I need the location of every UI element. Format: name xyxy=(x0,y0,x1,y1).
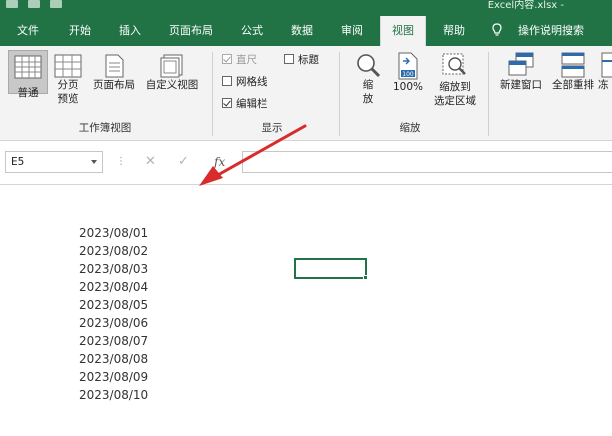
group-divider xyxy=(488,52,489,136)
zoom-100-button[interactable]: 100 100% xyxy=(390,52,426,102)
custom-views-label: 自定义视图 xyxy=(145,79,199,91)
normal-view-label: 普通 xyxy=(17,87,39,99)
tab-view[interactable]: 视图 xyxy=(380,16,426,46)
chevron-down-icon[interactable] xyxy=(91,160,97,164)
zoom-button[interactable]: 缩 放 xyxy=(350,52,386,114)
zoom-to-selection-label-1: 缩放到 xyxy=(439,81,471,93)
custom-views-icon xyxy=(160,54,183,78)
ribbon-tabs: 文件 开始 插入 页面布局 公式 数据 审阅 视图 帮助 操作说明搜索 xyxy=(0,16,612,46)
undo-icon[interactable] xyxy=(6,0,18,8)
zoom-label-2: 放 xyxy=(362,93,374,105)
more-options-icon: ⋮ xyxy=(116,156,126,167)
custom-views-button[interactable]: 自定义视图 xyxy=(141,54,203,102)
new-window-button[interactable]: 新建窗口 xyxy=(495,52,547,102)
freeze-panes-icon xyxy=(601,52,612,78)
cell-date[interactable]: 2023/08/02 xyxy=(79,242,148,260)
group-divider xyxy=(339,52,340,136)
tab-file[interactable]: 文件 xyxy=(6,16,50,46)
annotation-arrow-icon xyxy=(199,124,307,186)
freeze-panes-label: 冻 xyxy=(598,79,609,91)
ruler-label: 直尺 xyxy=(236,54,257,66)
cancel-icon[interactable]: ✕ xyxy=(145,151,156,173)
formula-bar-check-icon xyxy=(222,98,232,108)
page-layout-icon xyxy=(105,54,124,78)
zoom-label-1: 缩 xyxy=(362,79,374,91)
cell-date[interactable]: 2023/08/01 xyxy=(79,224,148,242)
freeze-panes-button[interactable]: 冻 xyxy=(598,52,612,102)
arrange-all-button[interactable]: 全部重排 xyxy=(548,52,598,102)
page-break-label-2: 预览 xyxy=(57,93,79,105)
zoom-to-selection-label-2: 选定区域 xyxy=(434,95,476,107)
zoom-100-label: 100% xyxy=(392,81,424,93)
workbook-views-group-label: 工作簿视图 xyxy=(78,122,132,134)
ruler-check-icon xyxy=(222,54,232,64)
name-box[interactable]: E5 xyxy=(5,151,103,173)
arrange-all-label: 全部重排 xyxy=(552,79,594,91)
page-break-preview-button[interactable]: 分页 预览 xyxy=(50,54,86,114)
headings-checkbox[interactable]: 标题 xyxy=(284,52,319,68)
tab-formulas[interactable]: 公式 xyxy=(230,16,274,46)
new-window-label: 新建窗口 xyxy=(500,79,542,91)
enter-icon[interactable]: ✓ xyxy=(178,151,189,173)
name-box-value: E5 xyxy=(11,156,25,168)
ruler-checkbox[interactable]: 直尺 xyxy=(222,52,257,68)
normal-view-icon xyxy=(14,55,42,79)
cell-date[interactable]: 2023/08/08 xyxy=(79,350,148,368)
fill-handle[interactable] xyxy=(363,275,368,280)
zoom-to-selection-button[interactable]: 缩放到 选定区域 xyxy=(428,52,482,114)
formula-bar-checkbox[interactable]: 编辑栏 xyxy=(222,96,268,112)
tab-page-layout[interactable]: 页面布局 xyxy=(160,16,222,46)
zoom-100-icon-text: 100 xyxy=(402,71,414,78)
cell-date[interactable]: 2023/08/07 xyxy=(79,332,148,350)
cell-date[interactable]: 2023/08/03 xyxy=(79,260,148,278)
gridlines-box-icon xyxy=(222,76,232,86)
cell-date[interactable]: 2023/08/05 xyxy=(79,296,148,314)
cell-date[interactable]: 2023/08/04 xyxy=(79,278,148,296)
save-icon[interactable] xyxy=(28,0,40,8)
page-layout-label: 页面布局 xyxy=(93,79,135,91)
gridlines-checkbox[interactable]: 网格线 xyxy=(222,74,268,90)
new-window-icon xyxy=(508,52,534,76)
cell-date[interactable]: 2023/08/09 xyxy=(79,368,148,386)
headings-box-icon xyxy=(284,54,294,64)
gridlines-label: 网格线 xyxy=(236,76,268,88)
title-bar: Excel内容.xlsx - xyxy=(0,0,612,16)
zoom-100-icon: 100 xyxy=(398,52,418,80)
cell-date[interactable]: 2023/08/06 xyxy=(79,314,148,332)
magnifier-icon xyxy=(357,54,381,78)
zoom-group-label: 缩放 xyxy=(399,122,421,134)
headings-label: 标题 xyxy=(298,54,319,66)
lightbulb-icon xyxy=(492,23,502,36)
tab-insert[interactable]: 插入 xyxy=(108,16,152,46)
print-preview-icon[interactable] xyxy=(50,0,62,8)
active-cell-selection[interactable] xyxy=(294,258,367,279)
tab-review[interactable]: 审阅 xyxy=(330,16,374,46)
tab-help[interactable]: 帮助 xyxy=(432,16,476,46)
page-layout-view-button[interactable]: 页面布局 xyxy=(88,54,140,102)
page-break-icon xyxy=(54,54,82,78)
window-title: Excel内容.xlsx - xyxy=(487,0,564,11)
tell-me-search[interactable]: 操作说明搜索 xyxy=(512,16,590,46)
page-break-label-1: 分页 xyxy=(57,79,79,91)
cell-date[interactable]: 2023/08/10 xyxy=(79,386,148,404)
formula-bar-label: 编辑栏 xyxy=(236,98,268,110)
tab-home[interactable]: 开始 xyxy=(58,16,102,46)
arrange-all-icon xyxy=(561,52,585,78)
zoom-to-selection-icon xyxy=(442,53,466,75)
quick-access-toolbar xyxy=(6,0,62,8)
tab-data[interactable]: 数据 xyxy=(280,16,324,46)
